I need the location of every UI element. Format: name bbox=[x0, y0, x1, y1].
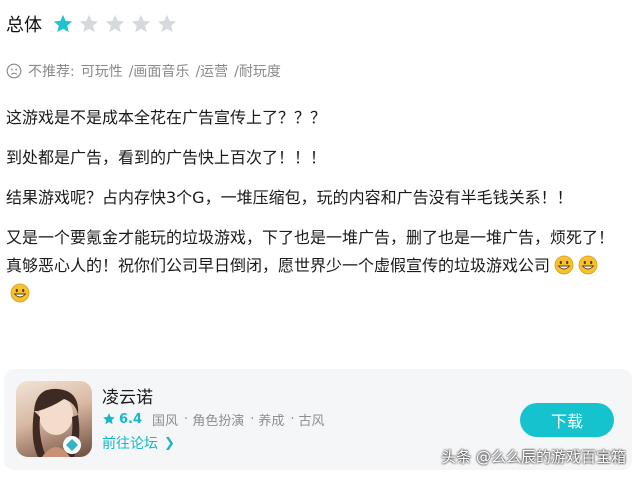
tags-prefix: 不推荐: bbox=[28, 64, 75, 80]
tag-operations: /运营 bbox=[195, 64, 229, 80]
game-cover-image[interactable] bbox=[16, 381, 92, 457]
game-score: 6.4 bbox=[119, 411, 143, 427]
tag-playability: 可玩性 bbox=[80, 64, 123, 80]
forum-link[interactable]: 前往论坛 ❯ bbox=[102, 433, 175, 453]
review-paragraph-last: 又是一个要氪金才能玩的垃圾游戏，下了也是一堆广告，删了也是一堆广告，烦死了！真够… bbox=[6, 224, 618, 308]
review-paragraph-text: 又是一个要氪金才能玩的垃圾游戏，下了也是一堆广告，删了也是一堆广告，烦死了！真够… bbox=[6, 228, 615, 275]
star-icon-4 bbox=[130, 13, 152, 35]
review-paragraph: 到处都是广告，看到的广告快上百次了！！！ bbox=[6, 148, 327, 167]
grin-emoji-icon bbox=[578, 255, 598, 275]
grin-emoji-icon bbox=[554, 255, 574, 275]
star-icon-1 bbox=[52, 13, 74, 35]
chevron-right-icon: ❯ bbox=[164, 435, 175, 451]
not-recommended-tags: 不推荐: 可玩性 /画面音乐 /运营 /耐玩度 bbox=[6, 58, 281, 84]
sad-face-icon bbox=[6, 63, 22, 79]
review-paragraph: 这游戏是不是成本全花在广告宣传上了？？？ bbox=[6, 108, 327, 127]
review-body: 这游戏是不是成本全花在广告宣传上了？？？ 到处都是广告，看到的广告快上百次了！！… bbox=[6, 104, 618, 320]
star-icon-5 bbox=[156, 13, 178, 35]
game-tag: 古风 bbox=[298, 413, 325, 429]
tag-durability: /耐玩度 bbox=[234, 64, 281, 80]
game-tag: 角色扮演 bbox=[192, 413, 245, 429]
tag-graphics-music: /画面音乐 bbox=[128, 64, 190, 80]
star-icon-3 bbox=[104, 13, 126, 35]
game-tag: 养成 bbox=[258, 413, 285, 429]
game-tag: 国风 bbox=[152, 413, 179, 429]
game-title[interactable]: 凌云诺 bbox=[102, 383, 153, 408]
game-meta: 6.4 国风 · 角色扮演 · 养成 · 古风 bbox=[102, 409, 327, 429]
watermark: 头条 @么么辰的游戏百宝箱 bbox=[441, 448, 626, 466]
overall-rating: 总体 bbox=[6, 8, 182, 40]
forum-link-label: 前往论坛 bbox=[102, 436, 158, 452]
review-paragraph: 结果游戏呢？占内存快3个G，一堆压缩包，玩的内容和广告没有半毛钱关系！！ bbox=[6, 188, 573, 207]
download-button[interactable]: 下载 bbox=[520, 403, 614, 437]
rating-label: 总体 bbox=[6, 15, 42, 36]
grin-emoji-icon bbox=[10, 283, 30, 303]
star-icon-2 bbox=[78, 13, 100, 35]
score-star-icon bbox=[102, 412, 116, 426]
